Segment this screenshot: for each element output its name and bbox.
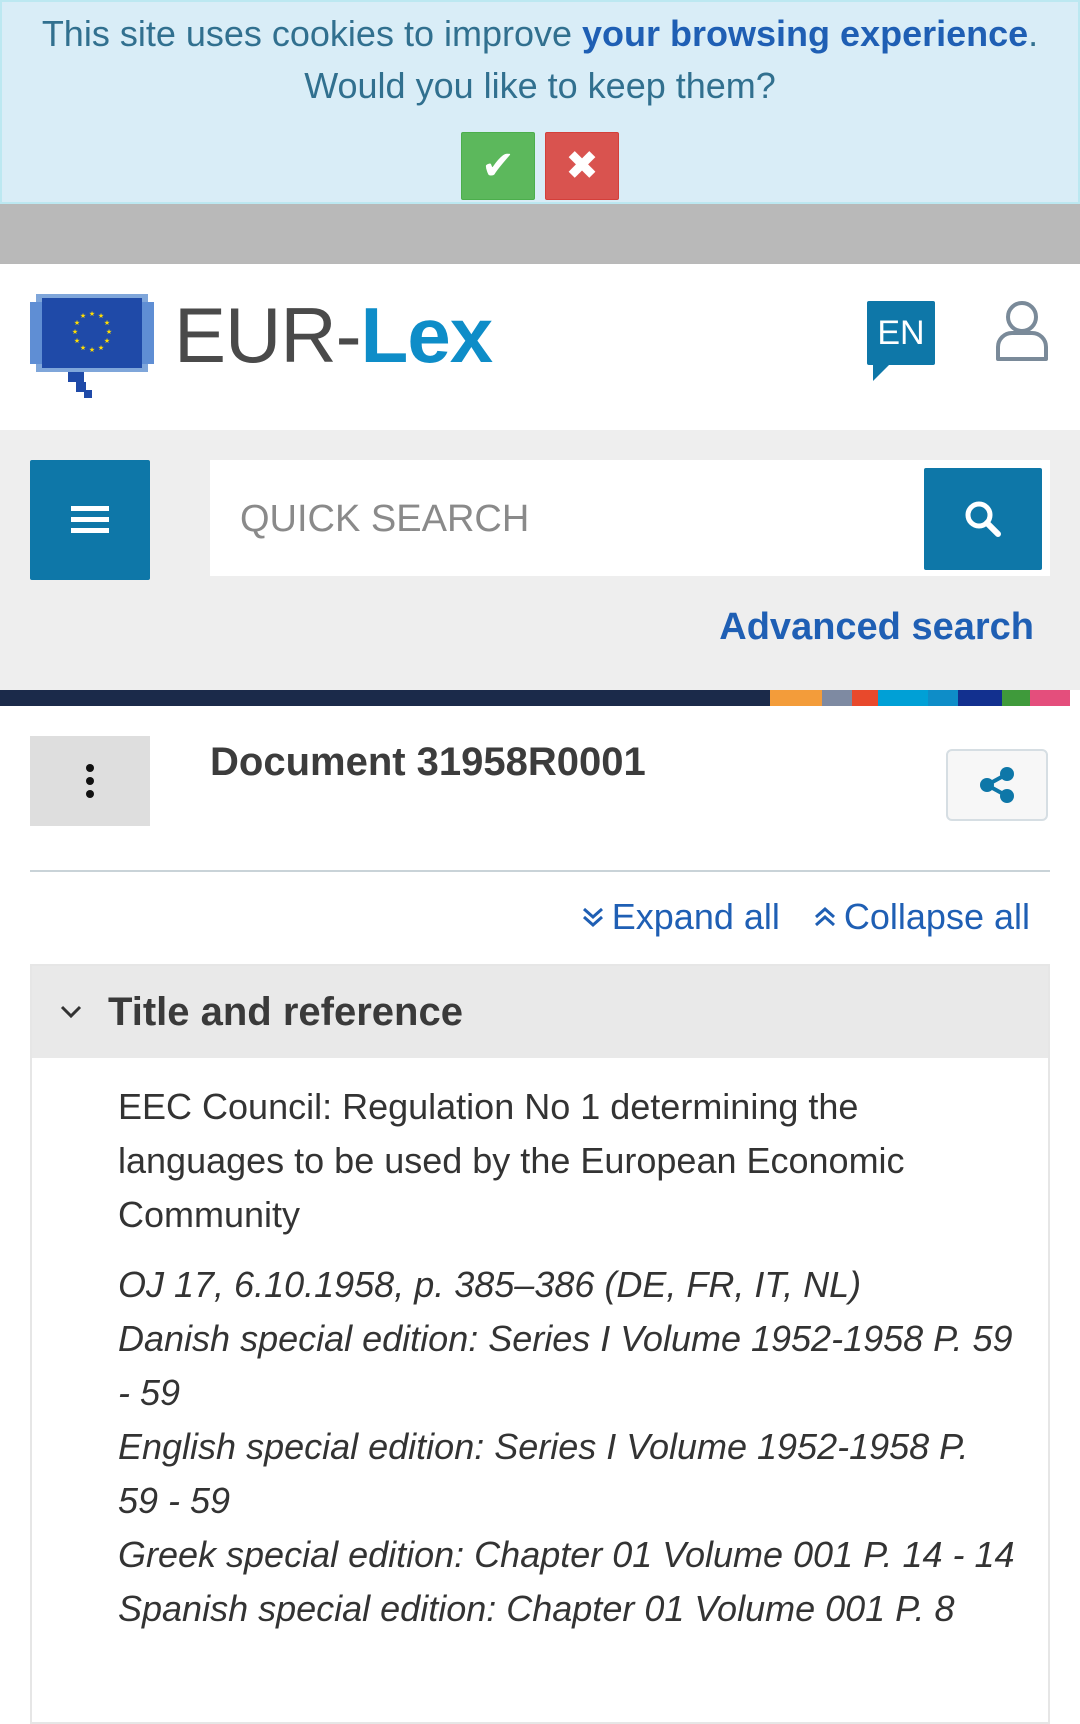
section-title: Title and reference <box>108 989 463 1034</box>
language-selector[interactable]: EN <box>867 301 935 381</box>
reference-line: Danish special edition: Series I Volume … <box>118 1318 1013 1413</box>
cookie-link[interactable]: your browsing experience <box>582 13 1028 54</box>
expand-collapse-controls: Expand all Collapse all <box>582 896 1030 938</box>
hamburger-icon <box>71 506 109 533</box>
svg-text:★: ★ <box>89 346 95 354</box>
svg-text:★: ★ <box>80 344 86 352</box>
document-menu-button[interactable] <box>30 736 150 826</box>
double-chevron-down-icon <box>582 907 603 928</box>
search-box <box>210 460 1050 578</box>
more-vertical-icon <box>86 764 94 798</box>
svg-text:★: ★ <box>106 328 112 336</box>
svg-text:★: ★ <box>89 310 95 318</box>
reference-line: English special edition: Series I Volume… <box>118 1426 969 1521</box>
title-reference-body: EEC Council: Regulation No 1 determining… <box>32 1058 1048 1636</box>
cookie-text-end: . <box>1028 13 1039 54</box>
svg-text:★: ★ <box>72 328 78 336</box>
search-icon <box>965 501 1001 537</box>
chevron-down-icon <box>60 1005 82 1019</box>
cookie-question: Would you like to keep them? <box>304 65 776 106</box>
user-icon[interactable] <box>994 299 1050 368</box>
title-reference-panel: Title and reference EEC Council: Regulat… <box>30 964 1050 1724</box>
cookie-message: This site uses cookies to improve your b… <box>2 8 1078 60</box>
close-icon: ✖ <box>565 144 599 188</box>
site-header: ★ ★ ★ ★ ★ ★ ★ ★ ★ ★ ★ ★ EUR-Lex EN <box>0 264 1080 430</box>
cookie-banner: This site uses cookies to improve your b… <box>0 0 1080 204</box>
color-bar <box>0 690 1080 706</box>
reference-line: OJ 17, 6.10.1958, p. 385–386 (DE, FR, IT… <box>118 1264 862 1305</box>
svg-text:★: ★ <box>98 344 104 352</box>
svg-text:★: ★ <box>74 319 80 327</box>
language-code: EN <box>877 313 925 352</box>
double-chevron-up-icon <box>814 906 835 927</box>
search-area: Advanced search <box>0 430 1080 690</box>
check-icon: ✔ <box>481 144 515 188</box>
collapse-all-label: Collapse all <box>843 896 1030 937</box>
svg-text:★: ★ <box>80 312 86 320</box>
reference-line: Spanish special edition: Chapter 01 Volu… <box>118 1588 955 1629</box>
svg-text:★: ★ <box>104 337 110 345</box>
menu-button[interactable] <box>30 460 150 580</box>
regulation-title: EEC Council: Regulation No 1 determining… <box>118 1086 905 1235</box>
brand-lex: Lex <box>360 291 493 379</box>
title-reference-header[interactable]: Title and reference <box>32 966 1048 1058</box>
advanced-search-link[interactable]: Advanced search <box>719 606 1034 649</box>
brand-title[interactable]: EUR-Lex <box>174 290 493 381</box>
quick-search-input[interactable] <box>210 460 902 578</box>
decline-cookies-button[interactable]: ✖ <box>545 132 619 200</box>
svg-text:★: ★ <box>74 337 80 345</box>
reference-line: Greek special edition: Chapter 01 Volume… <box>118 1534 1015 1575</box>
divider <box>30 870 1050 872</box>
collapse-all-link[interactable]: Collapse all <box>814 896 1030 938</box>
expand-all-link[interactable]: Expand all <box>582 896 780 938</box>
share-button[interactable] <box>946 749 1048 821</box>
svg-text:★: ★ <box>104 319 110 327</box>
banner-spacer <box>0 204 1080 264</box>
brand-eur: EUR- <box>174 291 362 379</box>
share-icon <box>980 767 1014 803</box>
expand-all-label: Expand all <box>611 896 780 937</box>
search-button[interactable] <box>924 468 1042 570</box>
accept-cookies-button[interactable]: ✔ <box>461 132 535 200</box>
eu-flag-icon[interactable]: ★ ★ ★ ★ ★ ★ ★ ★ ★ ★ ★ ★ <box>30 294 154 405</box>
cookie-text: This site uses cookies to improve <box>41 13 583 54</box>
document-title: Document 31958R0001 <box>210 740 646 784</box>
